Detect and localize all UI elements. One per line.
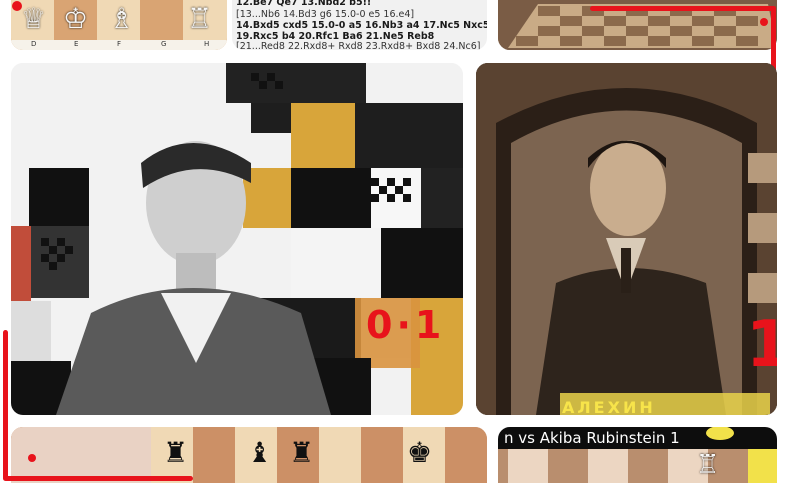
sepia-portrait-image [476, 63, 777, 415]
king-piece-icon: ♚ [407, 436, 433, 469]
board-strip-image [498, 427, 777, 483]
rook-piece-icon: ♖ [187, 2, 213, 35]
banner-text: АЛЕХИН [562, 398, 656, 415]
king-piece-icon: ♔ [63, 2, 89, 35]
red-annotation-line [590, 6, 776, 11]
result-tile-video-title[interactable]: n vs Akiba Rubinstein 1 ♖ [498, 427, 777, 483]
result-tile-portrait-checker[interactable]: 0·1 [11, 63, 463, 415]
score-annotation: 0·1 [366, 303, 446, 347]
red-annotation-line [3, 330, 8, 480]
queen-piece-icon: ♕ [21, 2, 47, 35]
red-annotation-dot [12, 1, 22, 11]
checker-composition-image [11, 63, 463, 415]
red-annotation-line [3, 476, 193, 481]
file-label: G [161, 40, 167, 48]
rook-piece-icon: ♜ [289, 436, 315, 469]
score-annotation: 1 [746, 308, 777, 382]
notation-line: 14.Bxd5 cxd5 15.0-0 a5 16.Nb3 a4 17.Nc5 … [236, 20, 487, 31]
file-label: D [31, 40, 37, 48]
result-tile-board-strip[interactable]: ♜ ♝ ♜ ♚ [11, 427, 487, 483]
notation-line: [13...Nb6 14.Bd3 g6 15.0-0 e5 16.e4] [236, 9, 415, 20]
bishop-piece-icon: ♝ [247, 436, 273, 469]
red-annotation-dot [760, 18, 768, 26]
bishop-piece-icon: ♗ [109, 2, 135, 35]
red-annotation-dot [28, 454, 36, 462]
notation-line: 12.Be7 Qe7 13.Nbd2 b5!! [236, 0, 372, 8]
file-label: H [204, 40, 210, 48]
result-tile-sepia-portrait[interactable]: 1 АЛЕХИН [476, 63, 777, 415]
notation-line: [21...Red8 22.Rxd8+ Rxd8 23.Rxd8+ Bxd8 2… [236, 41, 481, 50]
file-label: F [117, 40, 122, 48]
result-tile-board-ending[interactable]: ♕ ♔ ♗ ♖ D E F G H [11, 0, 227, 50]
result-tile-game-notation[interactable]: 12.Be7 Qe7 13.Nbd2 b5!! [13...Nb6 14.Bd3… [232, 0, 487, 50]
rook-piece-icon: ♜ [163, 436, 189, 469]
rook-piece-icon: ♖ [696, 450, 720, 480]
file-label: E [74, 40, 79, 48]
